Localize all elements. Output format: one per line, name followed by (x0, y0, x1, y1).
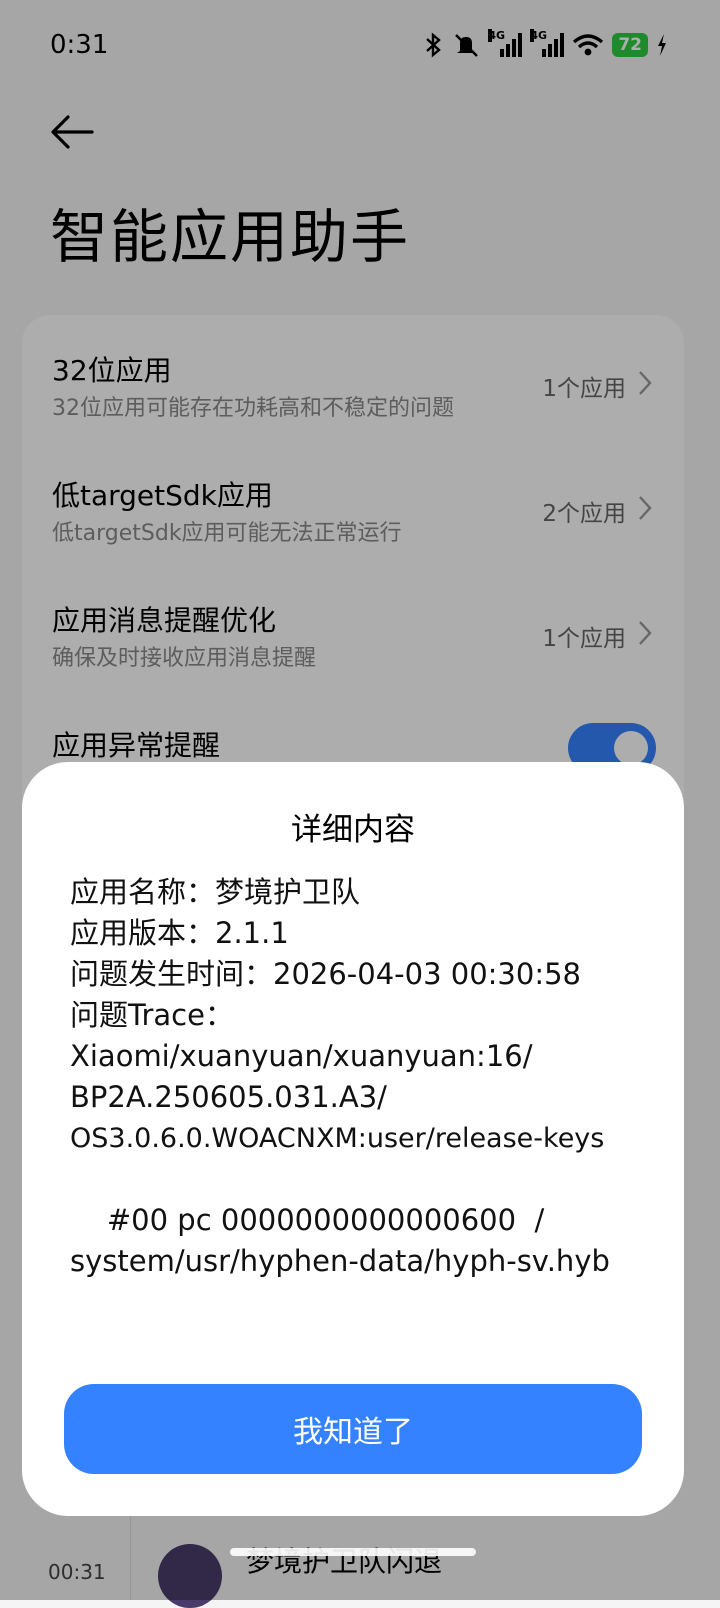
detail-line: BP2A.250605.031.A3/ (70, 1080, 387, 1114)
detail-line: OS3.0.6.0.WOACNXM:user/release-keys (70, 1123, 605, 1154)
detail-line: 问题Trace： (70, 998, 234, 1032)
dialog-body: 应用名称：梦境护卫队 应用版本：2.1.1 问题发生时间：2026-04-03 … (70, 872, 660, 1282)
home-indicator[interactable] (230, 1548, 476, 1556)
detail-line: 问题发生时间：2026-04-03 00:30:58 (70, 957, 581, 991)
confirm-button[interactable]: 我知道了 (64, 1384, 642, 1474)
detail-line: Xiaomi/xuanyuan/xuanyuan:16/ (70, 1039, 533, 1073)
detail-line: 应用名称：梦境护卫队 (70, 875, 361, 909)
detail-line: #00 pc 0000000000000600 / (70, 1203, 545, 1237)
detail-line: 应用版本：2.1.1 (70, 916, 289, 950)
detail-line-blank (70, 1159, 660, 1200)
detail-line: system/usr/hyphen-data/hyph-sv.hyb (70, 1244, 610, 1278)
detail-dialog: 详细内容 应用名称：梦境护卫队 应用版本：2.1.1 问题发生时间：2026-0… (22, 762, 684, 1516)
dialog-title: 详细内容 (291, 812, 415, 848)
